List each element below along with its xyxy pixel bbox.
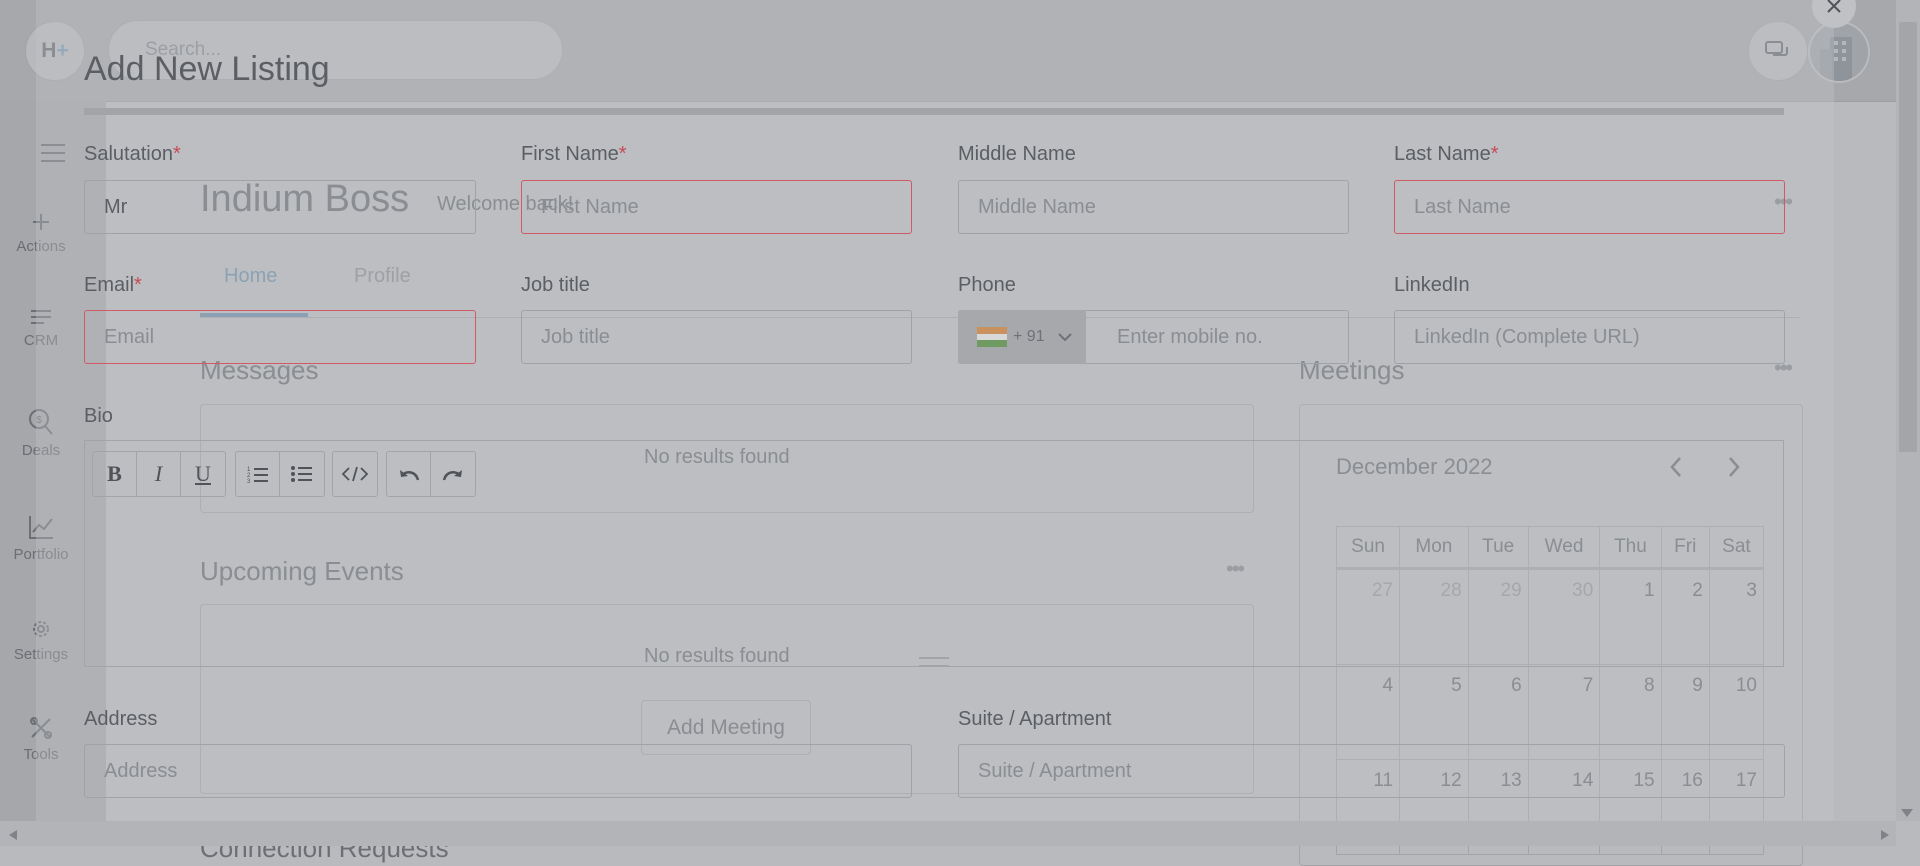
- job-title-field[interactable]: Job title: [521, 310, 912, 364]
- chevron-down-icon: [1057, 333, 1072, 342]
- list-toolbar-group: 123: [235, 451, 325, 497]
- required-marker: *: [134, 274, 142, 296]
- ordered-list-icon[interactable]: 123: [236, 452, 280, 496]
- svg-text:3: 3: [247, 479, 251, 483]
- redo-icon[interactable]: [431, 452, 475, 496]
- scroll-left-icon[interactable]: [8, 828, 18, 846]
- required-marker: *: [172, 143, 181, 165]
- suite-label: Suite / Apartment: [958, 708, 1112, 730]
- horizontal-scrollbar[interactable]: [0, 821, 1896, 846]
- address-label: Address: [84, 708, 158, 730]
- add-listing-modal: [36, 0, 1834, 846]
- salutation-select[interactable]: Mr: [84, 180, 476, 234]
- india-flag-icon: [977, 327, 1007, 348]
- phone-number-input[interactable]: Enter mobile no.: [1117, 311, 1263, 363]
- underline-button[interactable]: U: [181, 452, 225, 496]
- country-code-text: + 91: [1013, 328, 1045, 345]
- modal-title: Add New Listing: [84, 50, 330, 88]
- middle-name-field[interactable]: Middle Name: [958, 180, 1349, 234]
- middle-name-label: Middle Name: [958, 143, 1076, 165]
- format-toolbar-group: B I U: [92, 451, 226, 497]
- vertical-scroll-thumb[interactable]: [1899, 22, 1917, 452]
- address-field[interactable]: Address: [84, 744, 912, 798]
- required-marker: *: [618, 143, 627, 165]
- label-text: Email: [84, 274, 135, 296]
- salutation-label: Salutation*: [84, 143, 181, 166]
- bio-label: Bio: [84, 405, 113, 427]
- email-field[interactable]: Email: [84, 310, 476, 364]
- label-text: Salutation: [84, 143, 173, 165]
- linkedin-field[interactable]: LinkedIn (Complete URL): [1394, 310, 1785, 364]
- italic-button[interactable]: I: [137, 452, 181, 496]
- history-toolbar-group: [386, 451, 476, 497]
- required-marker: *: [1490, 143, 1499, 165]
- label-text: First Name: [521, 143, 619, 165]
- scroll-down-icon[interactable]: [1900, 805, 1914, 823]
- code-icon[interactable]: [333, 452, 377, 496]
- linkedin-label: LinkedIn: [1394, 274, 1470, 296]
- email-label: Email*: [84, 274, 142, 297]
- code-toolbar-group: [332, 451, 378, 497]
- label-text: Last Name: [1394, 143, 1491, 165]
- first-name-field[interactable]: First Name: [521, 180, 912, 234]
- scroll-right-icon[interactable]: [1880, 828, 1890, 846]
- suite-field[interactable]: Suite / Apartment: [958, 744, 1785, 798]
- bullet-list-icon[interactable]: [280, 452, 324, 496]
- first-name-label: First Name*: [521, 143, 627, 166]
- last-name-field[interactable]: Last Name: [1394, 180, 1785, 234]
- country-code-select[interactable]: + 91: [958, 310, 1086, 364]
- modal-title-rule: [84, 108, 1784, 115]
- last-name-label: Last Name*: [1394, 143, 1499, 166]
- job-title-label: Job title: [521, 274, 590, 296]
- resize-handle[interactable]: [919, 657, 949, 667]
- undo-icon[interactable]: [387, 452, 431, 496]
- bold-button[interactable]: B: [93, 452, 137, 496]
- phone-label: Phone: [958, 274, 1016, 296]
